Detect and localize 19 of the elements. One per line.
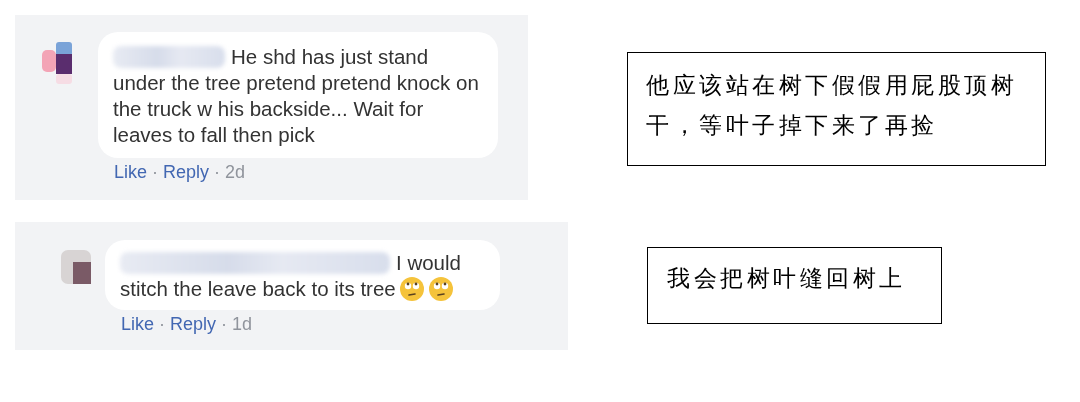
comment-text: stitch the leave back to its tree <box>120 277 396 300</box>
like-link[interactable]: Like <box>114 162 148 183</box>
comment-time: 1d <box>232 314 253 335</box>
reply-link[interactable]: Reply <box>163 162 210 183</box>
avatar-icon <box>61 250 91 284</box>
translation-box: 我会把树叶缝回树上 <box>647 247 942 324</box>
comment-text: under the tree pretend pretend knock on the truck w his backside... Wait for leaves to fall then pick <box>113 71 479 146</box>
like-link[interactable]: Like <box>121 314 155 335</box>
separator-dot: · <box>214 162 221 183</box>
separator-dot: · <box>221 314 228 335</box>
comment-time: 2d <box>225 162 246 183</box>
translation-box: 他应该站在树下假假用屁股顶树干，等叶子掉下来了再捡 <box>627 52 1046 166</box>
rolling-eyes-emoji <box>427 276 454 302</box>
comment-text: He shd has just stand <box>231 44 429 70</box>
separator-dot: · <box>159 314 166 335</box>
reply-link[interactable]: Reply <box>170 314 217 335</box>
comment-text: I would <box>396 250 461 276</box>
rolling-eyes-emoji <box>398 276 425 302</box>
separator-dot: · <box>152 162 159 183</box>
